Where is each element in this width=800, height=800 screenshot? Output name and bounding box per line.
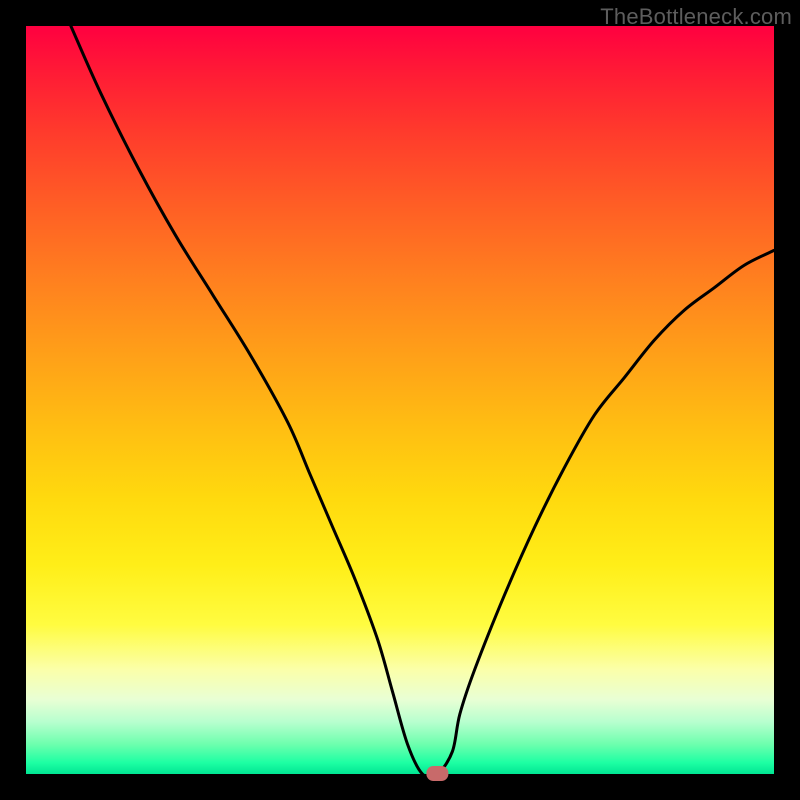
plot-area (26, 26, 774, 774)
chart-container: TheBottleneck.com (0, 0, 800, 800)
watermark-text: TheBottleneck.com (600, 4, 792, 30)
